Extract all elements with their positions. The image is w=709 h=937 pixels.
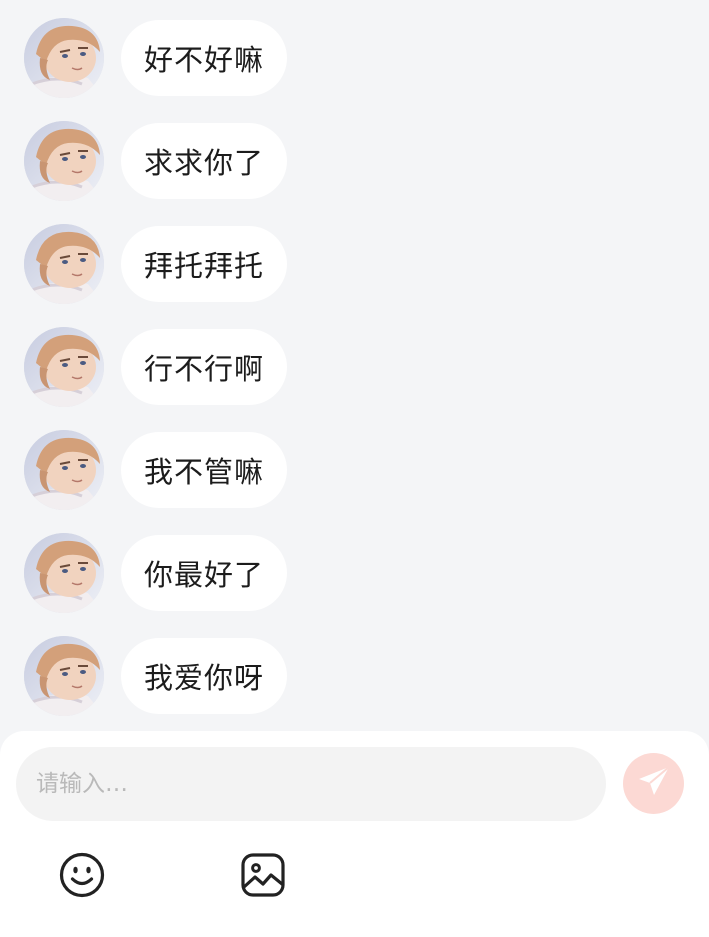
message-row: 好不好嘛 [24,18,288,98]
avatar[interactable] [24,430,104,510]
avatar[interactable] [24,636,104,716]
emoji-button[interactable] [57,852,107,902]
message-row: 我不管嘛 [24,430,288,510]
avatar[interactable] [24,224,104,304]
message-bubble[interactable]: 求求你了 [121,123,288,199]
avatar[interactable] [24,533,104,613]
message-bubble[interactable]: 好不好嘛 [121,20,288,96]
message-bubble[interactable]: 你最好了 [121,535,288,611]
send-button[interactable] [623,753,684,814]
chat-message-list[interactable]: 好不好嘛 求求你了 拜托拜托 行不行啊 我不管嘛 你最好了 我爱你呀 [0,0,709,731]
composer-panel [0,731,709,937]
avatar[interactable] [24,121,104,201]
message-input[interactable] [16,747,606,821]
message-row: 我爱你呀 [24,636,288,716]
message-row: 行不行啊 [24,327,288,407]
message-bubble[interactable]: 拜托拜托 [121,226,288,302]
image-button[interactable] [238,852,288,902]
emoji-icon [58,851,106,903]
message-row: 求求你了 [24,121,288,201]
message-bubble[interactable]: 我不管嘛 [121,432,288,508]
message-bubble[interactable]: 我爱你呀 [121,638,288,714]
message-row: 拜托拜托 [24,224,288,304]
image-icon [239,851,287,903]
message-row: 你最好了 [24,533,288,613]
avatar[interactable] [24,18,104,98]
paper-plane-icon [636,764,672,804]
message-bubble[interactable]: 行不行啊 [121,329,288,405]
avatar[interactable] [24,327,104,407]
